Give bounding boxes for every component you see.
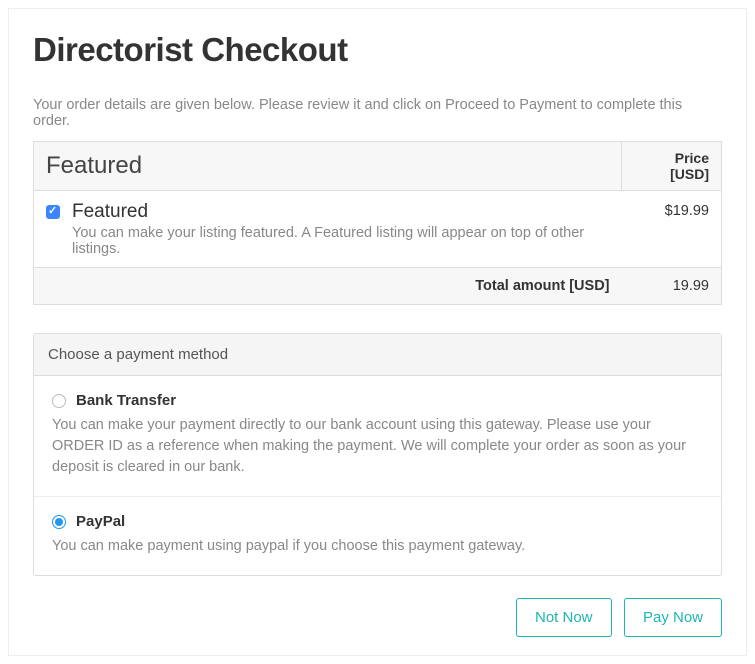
item-price: $19.99 bbox=[622, 191, 722, 268]
payment-panel: Choose a payment method Bank Transfer Yo… bbox=[33, 333, 722, 576]
total-value: 19.99 bbox=[622, 268, 722, 305]
bank-description: You can make your payment directly to ou… bbox=[52, 415, 703, 478]
intro-text: Your order details are given below. Plea… bbox=[33, 97, 722, 129]
price-heading: Price [USD] bbox=[622, 142, 722, 191]
checkout-container: Directorist Checkout Your order details … bbox=[8, 8, 747, 656]
not-now-button[interactable]: Not Now bbox=[516, 598, 612, 637]
payment-option-paypal[interactable]: PayPal You can make payment using paypal… bbox=[34, 497, 721, 575]
order-heading: Featured bbox=[34, 142, 622, 191]
paypal-title: PayPal bbox=[76, 513, 125, 530]
item-title: Featured bbox=[72, 201, 610, 223]
featured-checkbox[interactable] bbox=[46, 205, 60, 219]
total-label: Total amount [USD] bbox=[34, 268, 622, 305]
payment-option-bank[interactable]: Bank Transfer You can make your payment … bbox=[34, 376, 721, 497]
total-row: Total amount [USD] 19.99 bbox=[34, 268, 722, 305]
pay-now-button[interactable]: Pay Now bbox=[624, 598, 722, 637]
page-title: Directorist Checkout bbox=[33, 31, 722, 69]
table-row: Featured You can make your listing featu… bbox=[34, 191, 722, 268]
payment-heading: Choose a payment method bbox=[34, 334, 721, 376]
paypal-radio[interactable] bbox=[52, 515, 66, 529]
paypal-description: You can make payment using paypal if you… bbox=[52, 536, 703, 557]
action-bar: Not Now Pay Now bbox=[33, 598, 722, 637]
item-description: You can make your listing featured. A Fe… bbox=[72, 225, 610, 257]
bank-radio[interactable] bbox=[52, 394, 66, 408]
order-table: Featured Price [USD] Featured You can ma… bbox=[33, 141, 722, 305]
bank-title: Bank Transfer bbox=[76, 392, 176, 409]
